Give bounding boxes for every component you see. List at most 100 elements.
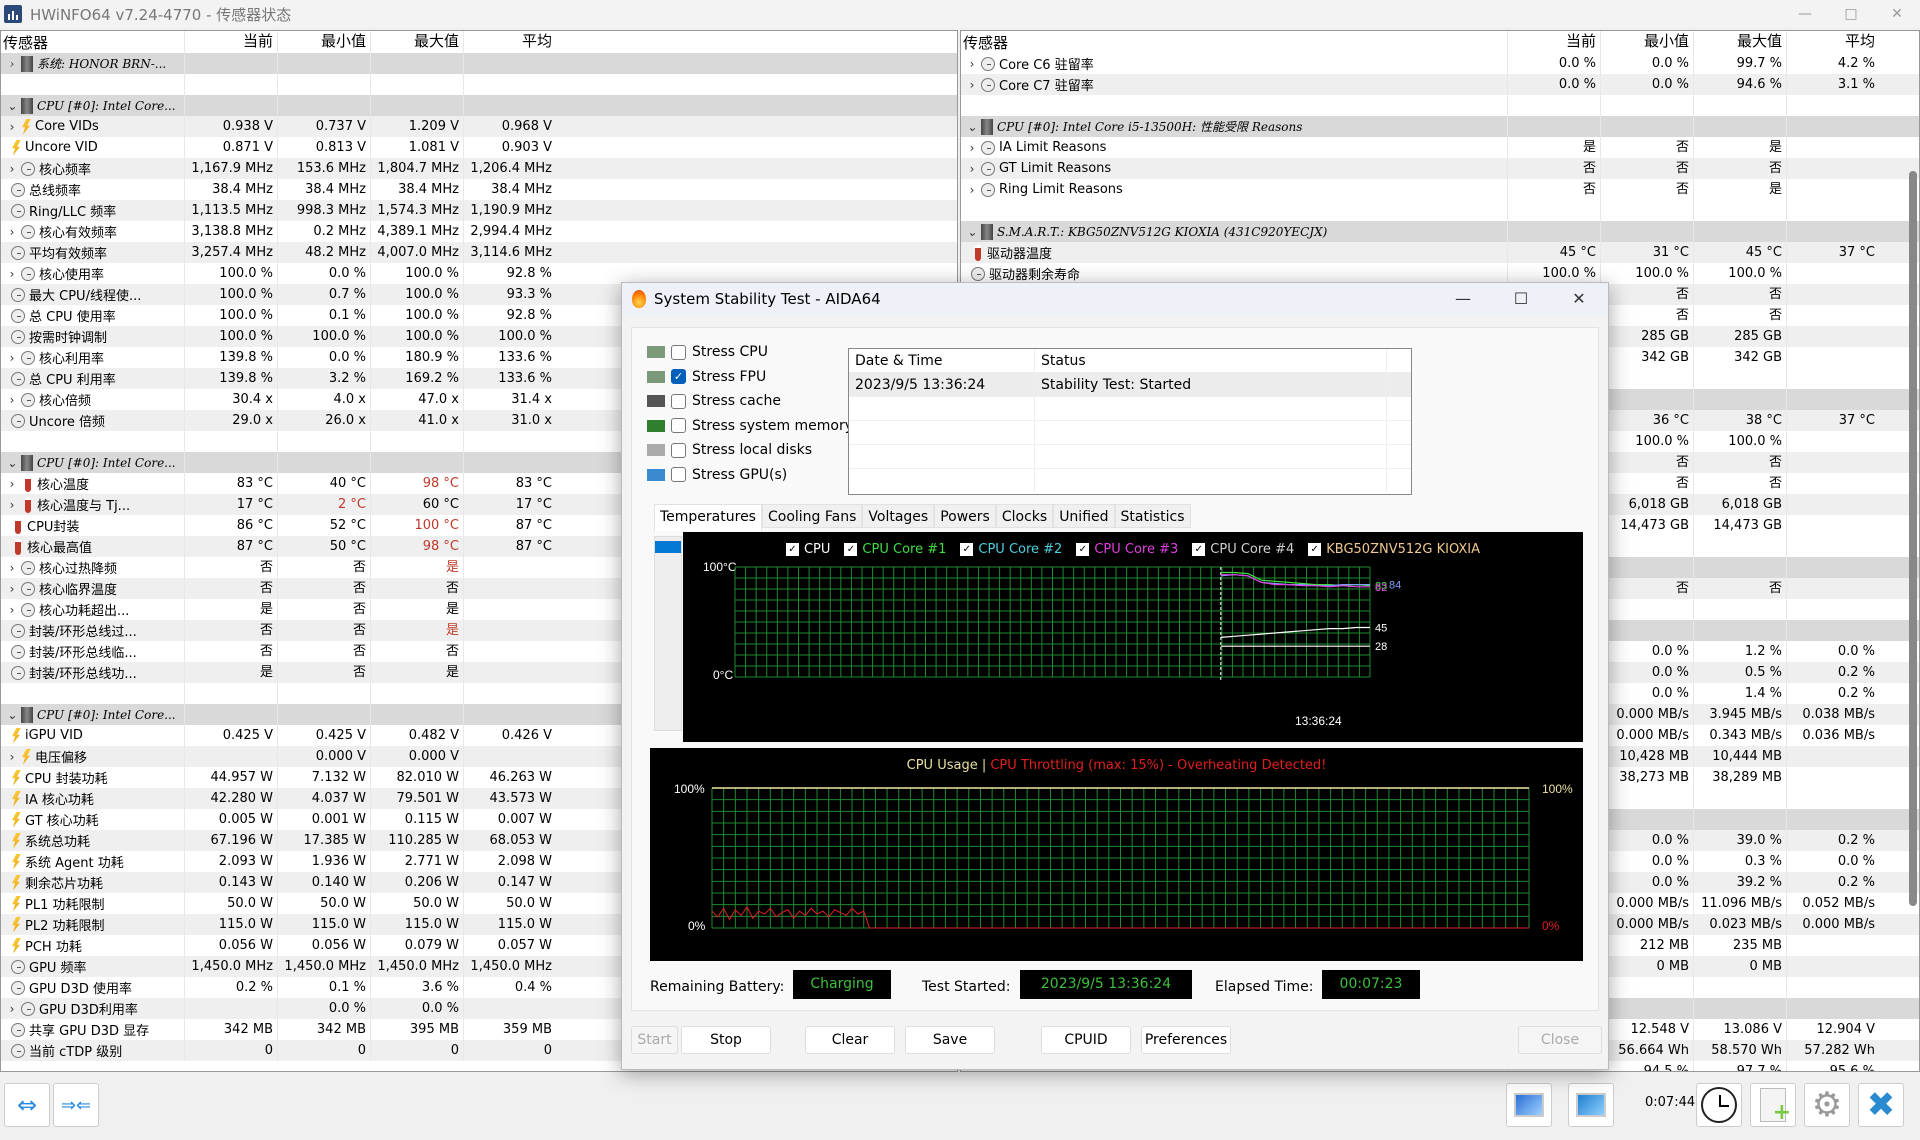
header-max[interactable]: 最大值	[370, 31, 463, 53]
log-header-datetime[interactable]: Date & Time	[849, 349, 1035, 372]
graph-selector-thumb[interactable]	[655, 541, 681, 553]
sensor-group-row[interactable]: ⌄ S.M.A.R.T.: KBG50ZNV512G KIOXIA (431C92…	[961, 221, 1919, 242]
header-avg[interactable]: 平均	[1786, 31, 1879, 53]
tab-temperatures[interactable]: Temperatures	[654, 504, 762, 531]
expand-chevron-icon[interactable]: ›	[3, 561, 21, 575]
expand-chevron-icon[interactable]: ›	[3, 750, 21, 764]
tab-voltages[interactable]: Voltages	[862, 504, 935, 528]
log-row[interactable]: 2023/9/5 13:36:24 Stability Test: Starte…	[849, 373, 1411, 397]
expand-chevron-icon[interactable]: ›	[3, 603, 21, 617]
dialog-minimize-button[interactable]: —	[1434, 283, 1492, 315]
expand-chevron-icon[interactable]: ›	[963, 162, 981, 176]
dialog-titlebar[interactable]: System Stability Test - AIDA64 — ☐ ✕	[622, 283, 1608, 315]
expand-chevron-icon[interactable]: ›	[3, 120, 21, 134]
header-current[interactable]: 当前	[1507, 31, 1600, 53]
sensor-row[interactable]: 平均有效频率 3,257.4 MHz 48.2 MHz 4,007.0 MHz 3,11…	[1, 242, 957, 263]
cpuid-button[interactable]: CPUID	[1041, 1026, 1131, 1054]
header-sensor[interactable]: 传感器	[1, 32, 184, 53]
expand-chevron-icon[interactable]: ›	[963, 183, 981, 197]
expand-chevron-icon[interactable]: ›	[963, 141, 981, 155]
maximize-button[interactable]: □	[1828, 0, 1874, 28]
stress-checkbox[interactable]	[671, 467, 686, 483]
network-button[interactable]	[1568, 1083, 1614, 1127]
sensor-row[interactable]: › IA Limit Reasons 是否是	[961, 137, 1919, 158]
tab-powers[interactable]: Powers	[934, 504, 996, 528]
sensor-group-row[interactable]: ⌄ CPU [#0]: Intel Core...	[1, 95, 957, 116]
sensor-group-row[interactable]: ⌄ CPU [#0]: Intel Core i5-13500H: 性能受限 Re…	[961, 116, 1919, 137]
expand-columns-button[interactable]: ⇔	[4, 1083, 50, 1127]
expand-chevron-icon[interactable]: ›	[3, 498, 21, 512]
header-avg[interactable]: 平均	[463, 31, 556, 53]
expand-chevron-icon[interactable]: ›	[3, 477, 21, 491]
save-button[interactable]: Save	[905, 1026, 995, 1054]
tab-statistics[interactable]: Statistics	[1114, 504, 1191, 528]
collapse-chevron-icon[interactable]: ⌄	[963, 225, 981, 239]
sensor-row[interactable]: › Core C6 驻留率 0.0 % 0.0 % 99.7 % 4.2 %	[961, 53, 1919, 74]
tab-unified[interactable]: Unified	[1053, 504, 1115, 528]
collapse-chevron-icon[interactable]: ⌄	[963, 120, 981, 134]
header-sensor[interactable]: 传感器	[961, 32, 1507, 53]
stress-label[interactable]: Stress cache	[692, 393, 781, 409]
sensor-row[interactable]: › 核心频率 1,167.9 MHz 153.6 MHz 1,804.7 MHz 1,20…	[1, 158, 957, 179]
stress-label[interactable]: Stress FPU	[692, 369, 766, 385]
expand-chevron-icon[interactable]: ›	[3, 351, 21, 365]
stress-checkbox[interactable]	[671, 442, 686, 458]
start-button[interactable]: Start	[631, 1026, 678, 1054]
expand-chevron-icon[interactable]: ›	[3, 1002, 21, 1016]
stress-checkbox[interactable]	[671, 344, 686, 360]
stress-label[interactable]: Stress local disks	[692, 442, 812, 458]
expand-chevron-icon[interactable]: ›	[3, 162, 21, 176]
expand-chevron-icon[interactable]: ›	[3, 225, 21, 239]
log-header-status[interactable]: Status	[1035, 349, 1387, 372]
sensor-row[interactable]: › 核心使用率 100.0 % 0.0 % 100.0 % 92.8 %	[1, 263, 957, 284]
stress-label[interactable]: Stress GPU(s)	[692, 467, 787, 483]
sensor-row[interactable]: › Core C7 驻留率 0.0 % 0.0 % 94.6 % 3.1 %	[961, 74, 1919, 95]
stress-checkbox[interactable]: ✓	[671, 369, 686, 385]
header-max[interactable]: 最大值	[1693, 31, 1786, 53]
system-summary-button[interactable]	[1506, 1083, 1552, 1127]
stop-button[interactable]: Stop	[681, 1026, 771, 1054]
expand-chevron-icon[interactable]: ›	[3, 57, 21, 71]
header-min[interactable]: 最小值	[1600, 31, 1693, 53]
sensor-row[interactable]: › Ring Limit Reasons 否否是	[961, 179, 1919, 200]
expand-chevron-icon[interactable]: ›	[963, 57, 981, 71]
dialog-maximize-button[interactable]: ☐	[1492, 283, 1550, 315]
graph-list-scroller[interactable]	[654, 536, 682, 731]
header-current[interactable]: 当前	[184, 31, 277, 53]
sensor-row[interactable]: › 核心有效频率 3,138.8 MHz 0.2 MHz 4,389.1 MHz 2,99…	[1, 221, 957, 242]
expand-chevron-icon[interactable]: ›	[3, 267, 21, 281]
sensor-row[interactable]: › Core VIDs 0.938 V 0.737 V 1.209 V 0.968 V	[1, 116, 957, 137]
dialog-close-button[interactable]: ✕	[1550, 283, 1608, 315]
stress-checkbox[interactable]	[671, 393, 686, 409]
settings-button[interactable]: ⚙	[1804, 1083, 1850, 1127]
logging-button[interactable]: +	[1750, 1083, 1796, 1127]
expand-chevron-icon[interactable]: ›	[3, 393, 21, 407]
expand-chevron-icon[interactable]: ›	[3, 582, 21, 596]
reset-timer-button[interactable]	[1696, 1083, 1742, 1127]
clear-button[interactable]: Clear	[805, 1026, 895, 1054]
sensor-row[interactable]: 驱动器温度 45 °C 31 °C 45 °C 37 °C	[961, 242, 1919, 263]
header-min[interactable]: 最小值	[277, 31, 370, 53]
collapse-chevron-icon[interactable]: ⌄	[3, 99, 21, 113]
collapse-columns-button[interactable]: ⇒⇐	[53, 1083, 99, 1127]
sensor-group-row[interactable]: › 系统: HONOR BRN-...	[1, 53, 957, 74]
vertical-scrollbar[interactable]	[1909, 171, 1917, 906]
close-sensors-button[interactable]: ✖	[1858, 1083, 1904, 1127]
preferences-button[interactable]: Preferences	[1141, 1026, 1231, 1054]
minimize-button[interactable]: —	[1782, 0, 1828, 28]
expand-chevron-icon[interactable]: ›	[963, 78, 981, 92]
sensor-row[interactable]: 总线频率 38.4 MHz 38.4 MHz 38.4 MHz 38.4 MHz	[1, 179, 957, 200]
collapse-chevron-icon[interactable]: ⌄	[3, 456, 21, 470]
collapse-chevron-icon[interactable]: ⌄	[3, 708, 21, 722]
stress-checkbox[interactable]	[671, 418, 686, 434]
sensor-row[interactable]: 驱动器剩余寿命 100.0 % 100.0 % 100.0 %	[961, 263, 1919, 284]
stress-label[interactable]: Stress CPU	[692, 344, 768, 360]
close-button[interactable]: Close	[1518, 1026, 1602, 1054]
close-window-button[interactable]: ✕	[1874, 0, 1920, 28]
tab-cooling-fans[interactable]: Cooling Fans	[761, 504, 863, 528]
tab-clocks[interactable]: Clocks	[995, 504, 1054, 528]
sensor-row[interactable]: Ring/LLC 频率 1,113.5 MHz 998.3 MHz 1,574.3 M…	[1, 200, 957, 221]
sensor-row[interactable]: Uncore VID 0.871 V 0.813 V 1.081 V 0.903 V	[1, 137, 957, 158]
sensor-row[interactable]: › GT Limit Reasons 否否否	[961, 158, 1919, 179]
stress-label[interactable]: Stress system memory	[692, 418, 853, 434]
